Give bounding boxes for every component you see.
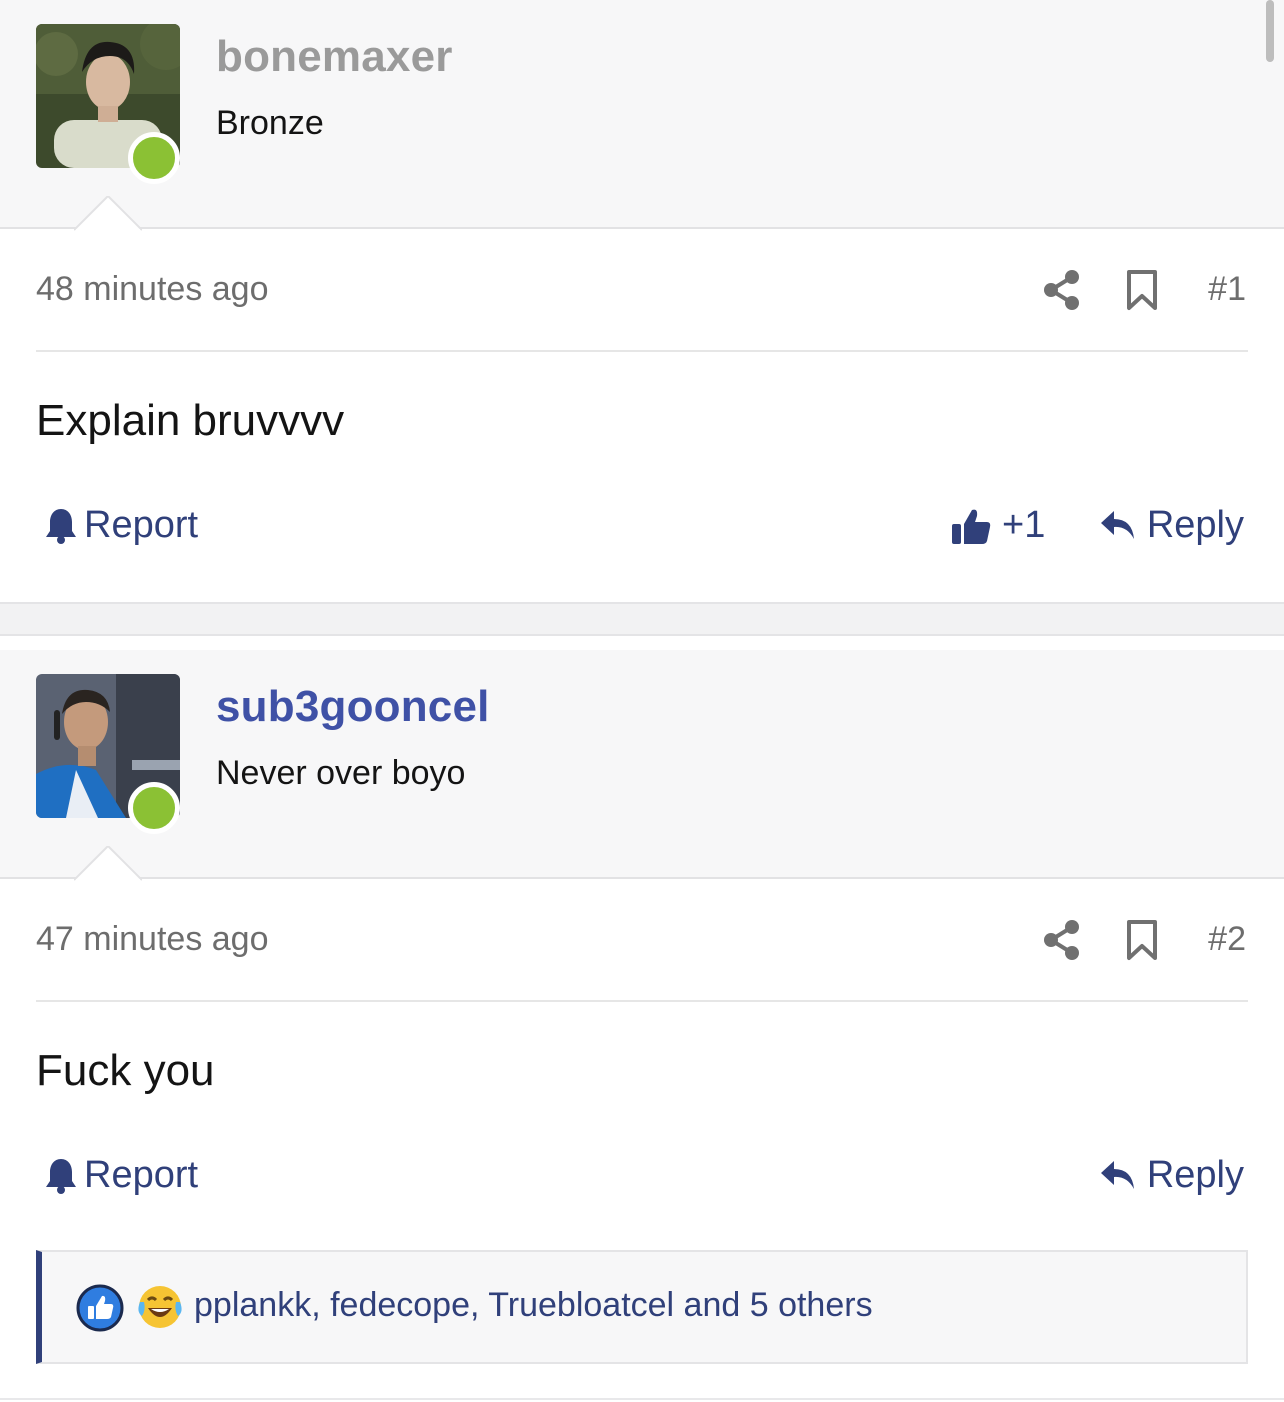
post-number[interactable]: #2 [1208, 920, 1246, 959]
report-button[interactable]: Report [44, 1154, 198, 1197]
bell-icon [46, 508, 76, 544]
post-actions: Report +1 Reply [36, 500, 1248, 560]
post-meta: 47 minutes ago #2 [36, 912, 1248, 972]
divider [36, 1000, 1248, 1002]
post-number[interactable]: #1 [1208, 270, 1246, 309]
share-icon[interactable] [1042, 268, 1082, 312]
user-title: Bronze [216, 104, 324, 142]
reaction-users[interactable]: pplankk, fedecope, Truebloatcel and 5 ot… [194, 1286, 873, 1325]
like-count: +1 [1002, 504, 1046, 546]
post-meta: 48 minutes ago #1 [36, 262, 1248, 322]
post-actions: Report Reply [36, 1150, 1248, 1210]
post-header: bonemaxer Bronze [0, 0, 1284, 232]
reply-arrow-icon [1100, 1160, 1134, 1189]
like-icon [76, 1284, 124, 1332]
reply-label: Reply [1146, 1154, 1244, 1196]
post: bonemaxer Bronze 48 minutes ago #1 Expla… [0, 0, 1284, 604]
thumbs-up-icon [952, 509, 991, 544]
like-button[interactable]: +1 [950, 504, 1045, 547]
post-body: Fuck you [36, 1046, 215, 1095]
reply-button[interactable]: Reply [1099, 1154, 1244, 1197]
laugh-cry-icon [138, 1286, 182, 1328]
speech-caret [74, 846, 142, 882]
post-header: sub3gooncel Never over boyo [0, 650, 1284, 882]
online-status-dot [128, 782, 180, 834]
username[interactable]: sub3gooncel [216, 682, 490, 732]
timestamp[interactable]: 48 minutes ago [36, 270, 269, 309]
reply-arrow-icon [1100, 510, 1134, 539]
bell-icon [46, 1158, 76, 1194]
divider [0, 1398, 1284, 1400]
report-label: Report [84, 504, 199, 546]
share-icon[interactable] [1042, 918, 1082, 962]
reply-label: Reply [1146, 504, 1244, 546]
timestamp[interactable]: 47 minutes ago [36, 920, 269, 959]
reply-button[interactable]: Reply [1099, 504, 1244, 547]
user-title: Never over boyo [216, 754, 466, 792]
report-label: Report [84, 1154, 199, 1196]
post-body: Explain bruvvvv [36, 396, 345, 445]
speech-caret [74, 196, 142, 232]
bookmark-icon[interactable] [1124, 268, 1160, 312]
bookmark-icon[interactable] [1124, 918, 1160, 962]
report-button[interactable]: Report [44, 504, 198, 547]
divider [36, 350, 1248, 352]
online-status-dot [128, 132, 180, 184]
post-separator [0, 602, 1284, 636]
username[interactable]: bonemaxer [216, 32, 453, 82]
scrollbar[interactable] [1266, 0, 1274, 62]
reaction-summary[interactable]: pplankk, fedecope, Truebloatcel and 5 ot… [36, 1250, 1248, 1364]
